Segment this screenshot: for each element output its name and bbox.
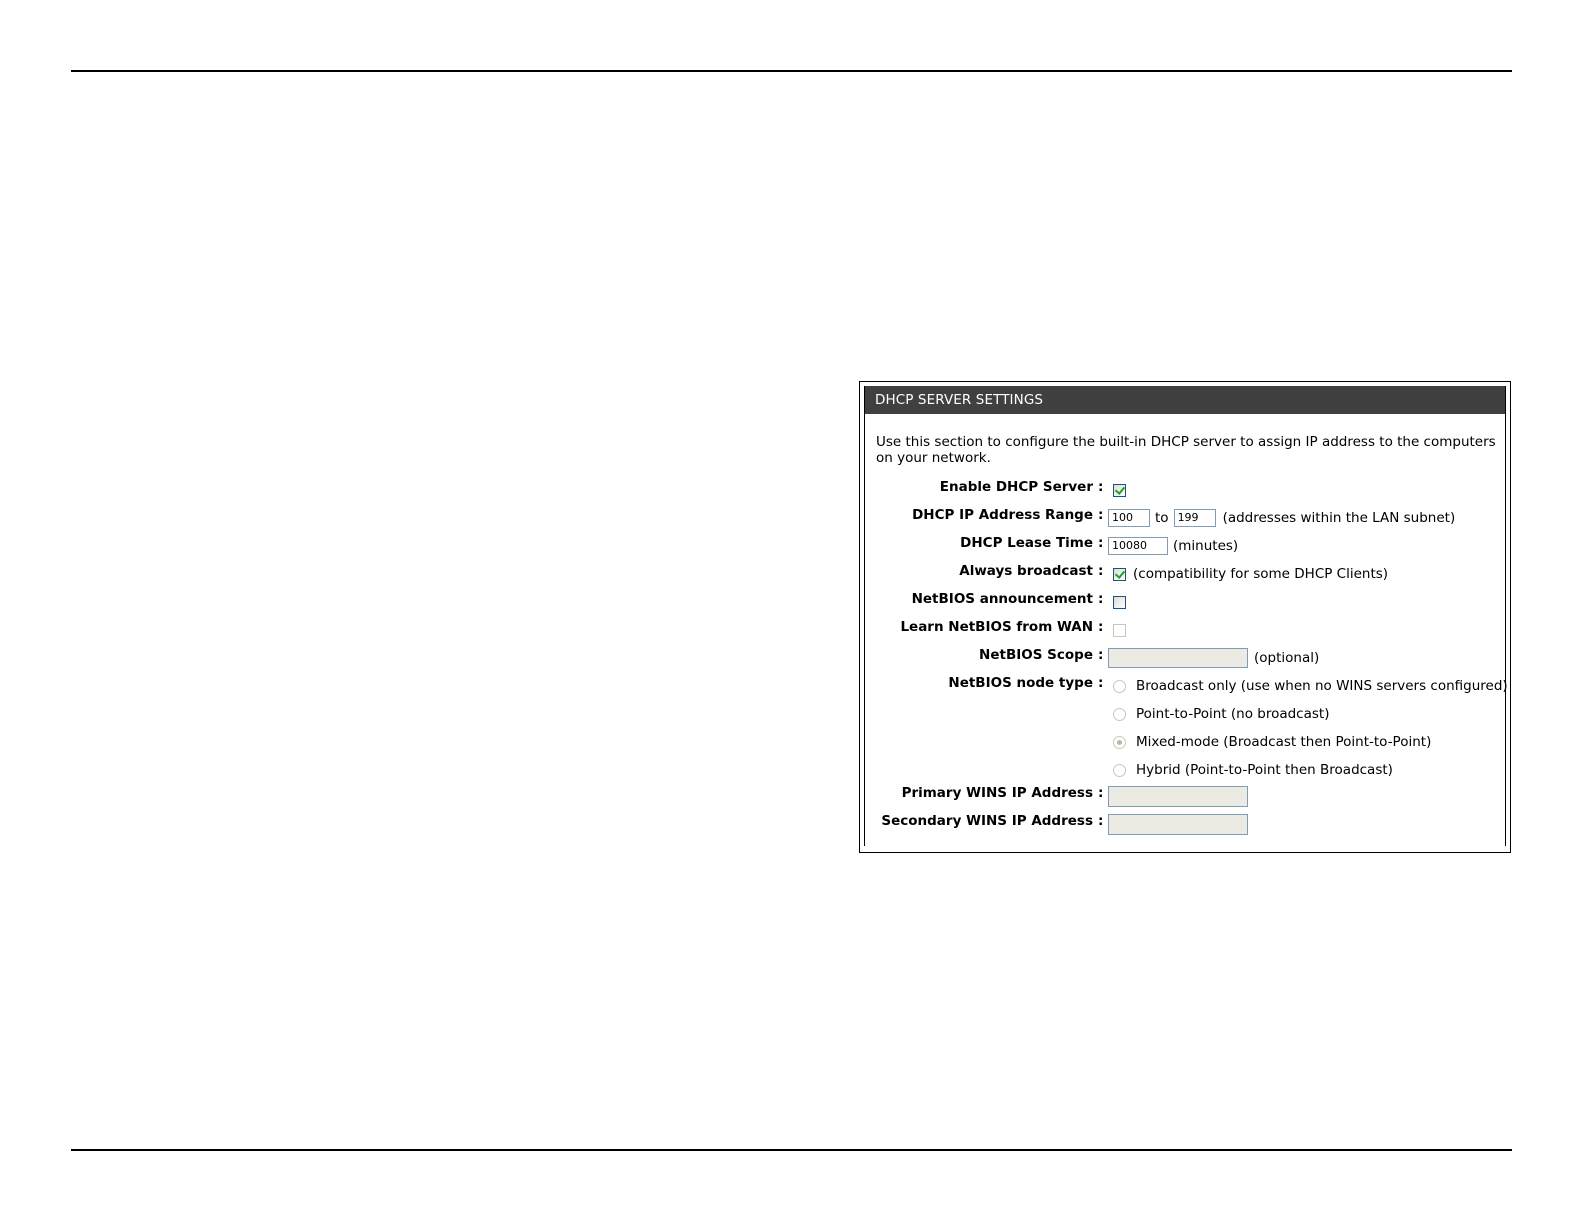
dhcp-server-settings-panel: DHCP SERVER SETTINGS Use this section to… bbox=[864, 386, 1508, 846]
lease-time-note: (minutes) bbox=[1173, 538, 1239, 554]
always-broadcast-note: (compatibility for some DHCP Clients) bbox=[1133, 566, 1389, 582]
node-type-option-label: Mixed-mode (Broadcast then Point-to-Poin… bbox=[1136, 734, 1432, 750]
lease-time-input[interactable]: 10080 bbox=[1108, 537, 1168, 555]
panel-description: Use this section to configure the built-… bbox=[876, 434, 1496, 466]
secondary-wins-label: Secondary WINS IP Address bbox=[881, 813, 1093, 829]
netbios-announcement-label: NetBIOS announcement bbox=[911, 591, 1093, 607]
secondary-wins-row: Secondary WINS IP Address : bbox=[865, 812, 1505, 836]
primary-wins-label: Primary WINS IP Address bbox=[901, 785, 1093, 801]
ip-range-start-input[interactable]: 100 bbox=[1108, 509, 1150, 527]
always-broadcast-checkbox[interactable] bbox=[1113, 567, 1126, 581]
colon: : bbox=[1098, 619, 1104, 635]
netbios-scope-row: NetBIOS Scope : (optional) bbox=[865, 646, 1505, 670]
dhcp-settings-screenshot: DHCP SERVER SETTINGS Use this section to… bbox=[859, 381, 1511, 853]
node-type-row: NetBIOS node type : Broadcast only (use … bbox=[865, 674, 1508, 698]
node-type-row-3: Mixed-mode (Broadcast then Point-to-Poin… bbox=[865, 730, 1505, 754]
ip-range-to-label: to bbox=[1155, 510, 1169, 526]
ip-range-note: (addresses within the LAN subnet) bbox=[1222, 510, 1456, 526]
colon: : bbox=[1098, 535, 1104, 551]
colon: : bbox=[1098, 647, 1104, 663]
check-icon bbox=[1114, 567, 1126, 579]
lease-time-row: DHCP Lease Time : 10080 (minutes) bbox=[865, 534, 1505, 558]
manual-page: DHCP SERVER SETTINGS Use this section to… bbox=[0, 0, 1585, 1225]
secondary-wins-input[interactable] bbox=[1108, 813, 1248, 835]
netbios-scope-input[interactable] bbox=[1108, 648, 1248, 668]
lease-time-label: DHCP Lease Time bbox=[960, 535, 1093, 551]
learn-netbios-checkbox[interactable] bbox=[1113, 623, 1126, 637]
node-type-radio-broadcast[interactable] bbox=[1113, 679, 1126, 693]
footer-rule bbox=[71, 1149, 1512, 1151]
colon: : bbox=[1098, 785, 1104, 801]
enable-dhcp-row: Enable DHCP Server : bbox=[865, 478, 1505, 502]
colon: : bbox=[1098, 479, 1104, 495]
learn-netbios-row: Learn NetBIOS from WAN : bbox=[865, 618, 1505, 642]
node-type-radio-mixed[interactable] bbox=[1113, 735, 1126, 749]
node-type-option-label: Point-to-Point (no broadcast) bbox=[1136, 706, 1330, 722]
colon: : bbox=[1098, 507, 1104, 523]
primary-wins-row: Primary WINS IP Address : bbox=[865, 784, 1505, 808]
node-type-row-4: Hybrid (Point-to-Point then Broadcast) bbox=[865, 758, 1505, 782]
always-broadcast-label: Always broadcast bbox=[959, 563, 1093, 579]
header-rule bbox=[71, 70, 1512, 72]
ip-range-row: DHCP IP Address Range : 100 to 199 (addr… bbox=[865, 506, 1505, 530]
learn-netbios-label: Learn NetBIOS from WAN bbox=[900, 619, 1093, 635]
netbios-announcement-checkbox[interactable] bbox=[1113, 595, 1126, 609]
ip-range-label: DHCP IP Address Range bbox=[912, 507, 1093, 523]
colon: : bbox=[1098, 591, 1104, 607]
netbios-scope-label: NetBIOS Scope bbox=[979, 647, 1093, 663]
netbios-scope-note: (optional) bbox=[1254, 650, 1320, 666]
enable-dhcp-checkbox[interactable] bbox=[1113, 483, 1126, 497]
node-type-row-2: Point-to-Point (no broadcast) bbox=[865, 702, 1505, 726]
ip-range-end-input[interactable]: 199 bbox=[1173, 509, 1216, 527]
colon: : bbox=[1098, 813, 1104, 829]
node-type-option-label: Hybrid (Point-to-Point then Broadcast) bbox=[1136, 762, 1393, 778]
node-type-label: NetBIOS node type bbox=[948, 675, 1093, 691]
primary-wins-input[interactable] bbox=[1108, 785, 1248, 807]
enable-dhcp-label: Enable DHCP Server bbox=[939, 479, 1093, 495]
node-type-option-label: Broadcast only (use when no WINS servers… bbox=[1136, 678, 1508, 694]
netbios-announcement-row: NetBIOS announcement : bbox=[865, 590, 1505, 614]
panel-title: DHCP SERVER SETTINGS bbox=[865, 386, 1505, 414]
node-type-radio-p2p[interactable] bbox=[1113, 707, 1126, 721]
colon: : bbox=[1098, 563, 1104, 579]
node-type-radio-hybrid[interactable] bbox=[1113, 763, 1126, 777]
colon: : bbox=[1098, 675, 1104, 691]
check-icon bbox=[1114, 483, 1126, 495]
always-broadcast-row: Always broadcast : (compatibility for so… bbox=[865, 562, 1505, 586]
